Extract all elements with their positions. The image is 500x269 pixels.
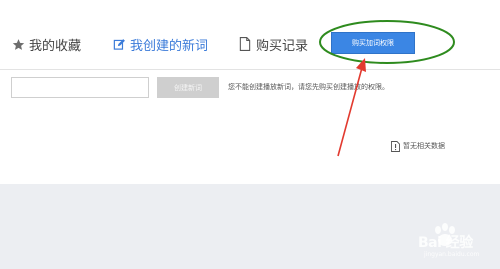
permission-notice: 您不能创建播放新词，请您先购买创建播放的权限。 xyxy=(228,83,389,91)
watermark-url: jingyan.baidu.com xyxy=(424,251,480,258)
create-word-button[interactable]: 创建新词 xyxy=(157,77,219,98)
buy-permission-button[interactable]: 购买加词权限 xyxy=(331,32,415,54)
tab-purchase-history[interactable]: 购买记录 xyxy=(238,35,309,54)
document-icon xyxy=(238,37,252,51)
file-alert-icon xyxy=(391,140,400,152)
tab-favorites[interactable]: 我的收藏 xyxy=(11,35,82,54)
edit-icon xyxy=(112,37,126,51)
tab-favorites-label: 我的收藏 xyxy=(29,38,82,54)
tab-purchases-label: 购买记录 xyxy=(256,38,309,54)
content-panel: 我的收藏 我创建的新词 购买记录 购买加词权限 创建新词 您不能创建播放新词，请… xyxy=(0,0,500,184)
tab-bar: 我的收藏 我创建的新词 购买记录 购买加词权限 xyxy=(0,0,500,70)
watermark-brand: Bai 经验 xyxy=(418,235,473,251)
tab-divider xyxy=(0,69,500,70)
empty-state: 暂无相关数据 xyxy=(391,140,445,152)
empty-state-text: 暂无相关数据 xyxy=(403,142,445,150)
star-icon xyxy=(11,37,25,51)
new-word-input[interactable] xyxy=(11,77,149,98)
tab-created-words[interactable]: 我创建的新词 xyxy=(112,35,209,54)
tab-created-label: 我创建的新词 xyxy=(130,38,209,54)
annotation-arrow xyxy=(337,58,366,157)
